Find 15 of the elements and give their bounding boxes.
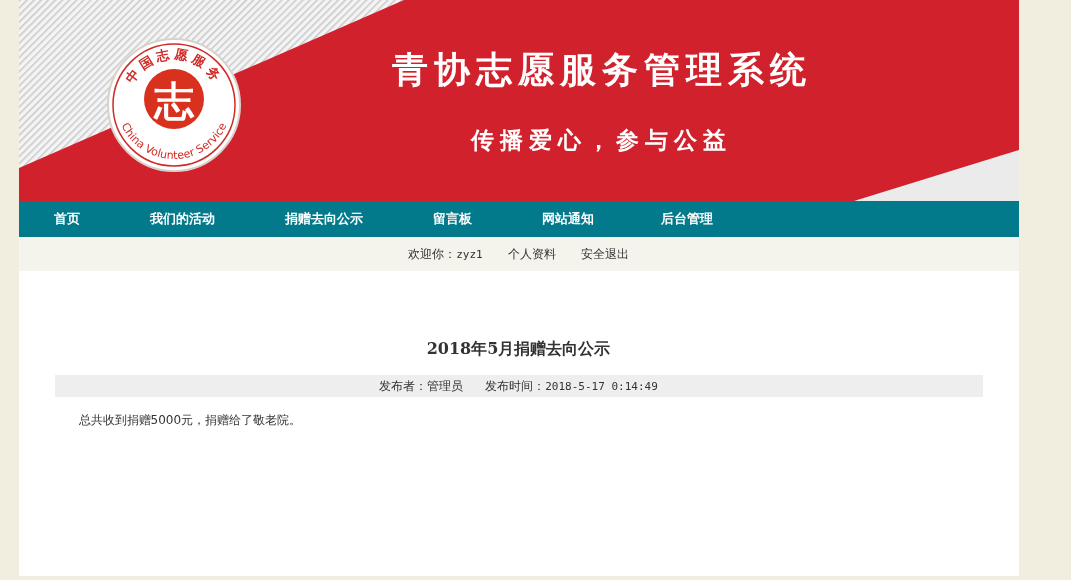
welcome-text: 欢迎你：zyz1 xyxy=(408,245,483,263)
user-link[interactable]: 安全退出 xyxy=(580,245,629,263)
nav-link[interactable]: 首页 xyxy=(53,209,80,229)
nav-link[interactable]: 网站通知 xyxy=(541,209,594,229)
article-body: 总共收到捐赠5000元，捐赠给了敬老院。 xyxy=(77,412,303,429)
user-link[interactable]: 个人资料 xyxy=(507,245,556,263)
nav-link[interactable]: 留言板 xyxy=(432,209,472,229)
nav-link[interactable]: 捐赠去向公示 xyxy=(284,209,363,229)
publisher-text: 发布者：管理员 xyxy=(379,378,464,395)
slogan: 传播爱心，参与公益 xyxy=(471,126,732,156)
nav-link[interactable]: 我们的活动 xyxy=(149,209,215,229)
article-title: 2018年5月捐赠去向公示 xyxy=(425,338,612,360)
publish-time-text: 发布时间：2018-5-17 0:14:49 xyxy=(485,377,658,395)
nav-link[interactable]: 后台管理 xyxy=(660,209,713,229)
site-title: 青协志愿服务管理系统 xyxy=(391,48,812,93)
